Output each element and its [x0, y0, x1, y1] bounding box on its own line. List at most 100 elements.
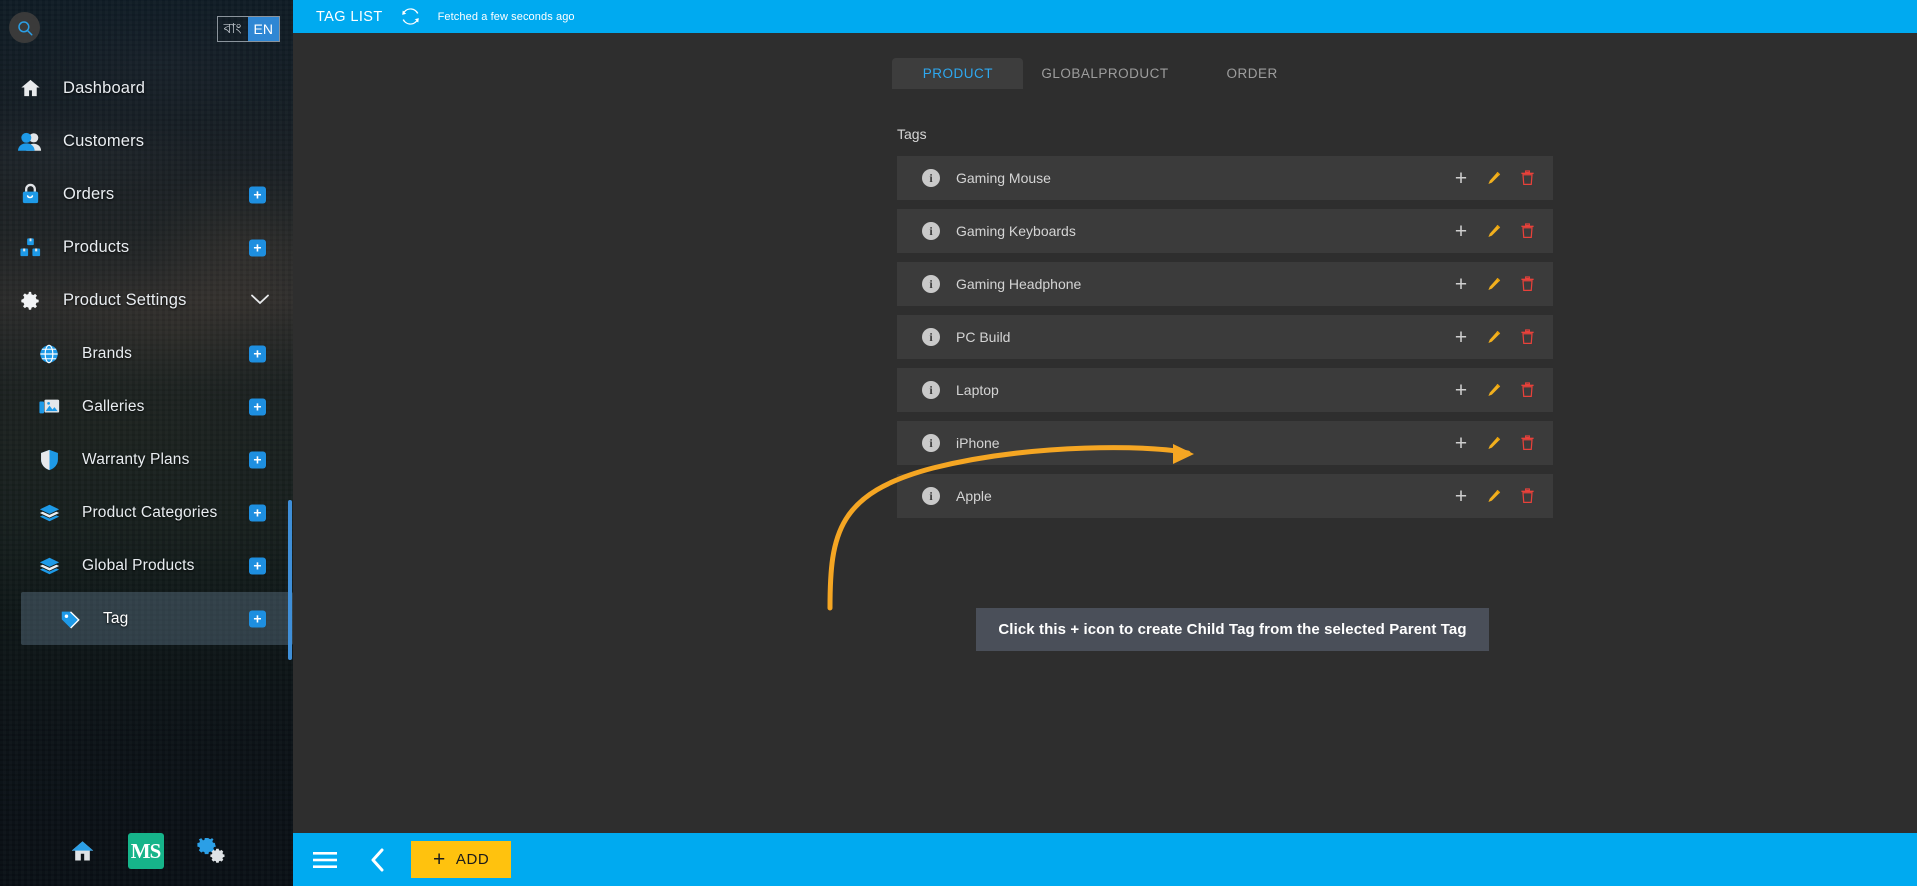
info-icon[interactable]: i — [922, 328, 940, 346]
sidebar-item-product-settings[interactable]: Product Settings — [0, 274, 293, 327]
sidebar-item-customers[interactable]: Customers — [0, 115, 293, 168]
sidebar-nav: Dashboard Customers Orders + Products + … — [0, 62, 293, 808]
edit-icon[interactable] — [1483, 273, 1505, 295]
sidebar-item-label: Warranty Plans — [82, 450, 190, 468]
delete-icon[interactable] — [1516, 167, 1538, 189]
info-icon[interactable]: i — [922, 169, 940, 187]
sidebar-add-products-button[interactable]: + — [249, 239, 266, 256]
sidebar-item-global-products[interactable]: Global Products + — [0, 539, 293, 592]
delete-icon[interactable] — [1516, 273, 1538, 295]
globe-icon — [33, 340, 65, 368]
sidebar-item-label: Customers — [63, 132, 145, 150]
search-button[interactable] — [9, 12, 40, 43]
users-icon — [14, 128, 46, 156]
add-child-tag-icon[interactable]: + — [1450, 432, 1472, 454]
sidebar-item-orders[interactable]: Orders + — [0, 168, 293, 221]
page-content: PRODUCT GLOBALPRODUCT ORDER Tags i Gamin… — [293, 33, 1917, 833]
sidebar-add-categories-button[interactable]: + — [249, 504, 266, 521]
edit-icon[interactable] — [1483, 432, 1505, 454]
sidebar-item-label: Global Products — [82, 556, 195, 574]
add-button[interactable]: + ADD — [411, 841, 512, 878]
sidebar-add-galleries-button[interactable]: + — [249, 398, 266, 415]
app-root: বাং EN Dashboard Customers Orders + Prod… — [0, 0, 1917, 886]
info-icon[interactable]: i — [922, 222, 940, 240]
edit-icon[interactable] — [1483, 167, 1505, 189]
tags-section-title: Tags — [897, 126, 927, 142]
sidebar-item-label: Product Settings — [63, 291, 187, 309]
home-icon — [71, 840, 93, 860]
info-icon[interactable]: i — [922, 275, 940, 293]
sidebar-add-orders-button[interactable]: + — [249, 186, 266, 203]
back-button[interactable] — [358, 840, 398, 880]
sidebar-item-brands[interactable]: Brands + — [0, 327, 293, 380]
delete-icon[interactable] — [1516, 379, 1538, 401]
add-child-tag-icon[interactable]: + — [1450, 379, 1472, 401]
sidebar-item-warranty-plans[interactable]: Warranty Plans + — [0, 433, 293, 486]
row-actions: + — [1450, 474, 1538, 518]
tags-panel: Tags i Gaming Mouse + i Gaming Keyboards… — [897, 89, 1553, 518]
plus-icon: + — [433, 848, 446, 871]
info-icon[interactable]: i — [922, 381, 940, 399]
info-icon[interactable]: i — [922, 434, 940, 452]
edit-icon[interactable] — [1483, 326, 1505, 348]
language-option-bn[interactable]: বাং — [218, 17, 248, 41]
add-button-label: ADD — [455, 851, 490, 868]
add-child-tag-icon[interactable]: + — [1450, 273, 1472, 295]
sidebar-item-dashboard[interactable]: Dashboard — [0, 62, 293, 115]
row-actions: + — [1450, 156, 1538, 200]
ms-logo[interactable]: MS — [127, 833, 164, 869]
main-area: TAG LIST Fetched a few seconds ago PRODU… — [293, 0, 1917, 886]
add-child-tag-icon[interactable]: + — [1450, 485, 1472, 507]
home-icon — [14, 75, 46, 103]
delete-icon[interactable] — [1516, 326, 1538, 348]
tab-order[interactable]: ORDER — [1187, 58, 1318, 89]
home-button[interactable] — [69, 838, 96, 865]
edit-icon[interactable] — [1483, 379, 1505, 401]
table-row[interactable]: i Laptop + — [897, 368, 1553, 412]
tab-product[interactable]: PRODUCT — [892, 58, 1024, 89]
sidebar-add-brands-button[interactable]: + — [249, 345, 266, 362]
settings-button[interactable] — [196, 837, 225, 865]
bag-icon — [14, 181, 46, 209]
edit-icon[interactable] — [1483, 220, 1505, 242]
sidebar-add-global-products-button[interactable]: + — [249, 557, 266, 574]
page-header: TAG LIST Fetched a few seconds ago — [293, 0, 1917, 33]
add-child-tag-icon[interactable]: + — [1450, 220, 1472, 242]
info-icon[interactable]: i — [922, 487, 940, 505]
table-row[interactable]: i Gaming Headphone + — [897, 262, 1553, 306]
language-option-en[interactable]: EN — [247, 17, 279, 41]
hamburger-menu-button[interactable] — [305, 840, 345, 880]
sidebar-item-products[interactable]: Products + — [0, 221, 293, 274]
sidebar-item-label: Tag — [103, 609, 129, 627]
table-row[interactable]: i PC Build + — [897, 315, 1553, 359]
sidebar-item-product-categories[interactable]: Product Categories + — [0, 486, 293, 539]
table-row[interactable]: i iPhone + — [897, 421, 1553, 465]
row-actions: + — [1450, 209, 1538, 253]
tab-globalproduct[interactable]: GLOBALPRODUCT — [1023, 58, 1186, 89]
refresh-icon[interactable] — [401, 7, 420, 26]
chevron-down-icon[interactable] — [251, 292, 269, 310]
add-child-tag-icon[interactable]: + — [1450, 326, 1472, 348]
page-title: TAG LIST — [316, 8, 383, 25]
hamburger-menu-icon — [313, 851, 337, 868]
sidebar-item-tag[interactable]: Tag + — [21, 592, 293, 645]
sidebar-add-warranty-button[interactable]: + — [249, 451, 266, 468]
sidebar-item-label: Product Categories — [82, 503, 218, 521]
language-toggle[interactable]: বাং EN — [216, 16, 280, 42]
table-row[interactable]: i Gaming Mouse + — [897, 156, 1553, 200]
table-row[interactable]: i Gaming Keyboards + — [897, 209, 1553, 253]
add-child-tag-icon[interactable]: + — [1450, 167, 1472, 189]
delete-icon[interactable] — [1516, 432, 1538, 454]
tag-name: Gaming Keyboards — [956, 223, 1076, 239]
edit-icon[interactable] — [1483, 485, 1505, 507]
table-row[interactable]: i Apple + — [897, 474, 1553, 518]
tag-icon — [54, 605, 86, 633]
delete-icon[interactable] — [1516, 485, 1538, 507]
delete-icon[interactable] — [1516, 220, 1538, 242]
sidebar-scrollbar[interactable] — [288, 500, 292, 660]
layers-icon — [33, 499, 65, 527]
sidebar-item-galleries[interactable]: Galleries + — [0, 380, 293, 433]
sidebar-add-tag-button[interactable]: + — [249, 610, 266, 627]
tooltip-callout: Click this + icon to create Child Tag fr… — [976, 608, 1489, 651]
sidebar-item-label: Orders — [63, 185, 115, 203]
